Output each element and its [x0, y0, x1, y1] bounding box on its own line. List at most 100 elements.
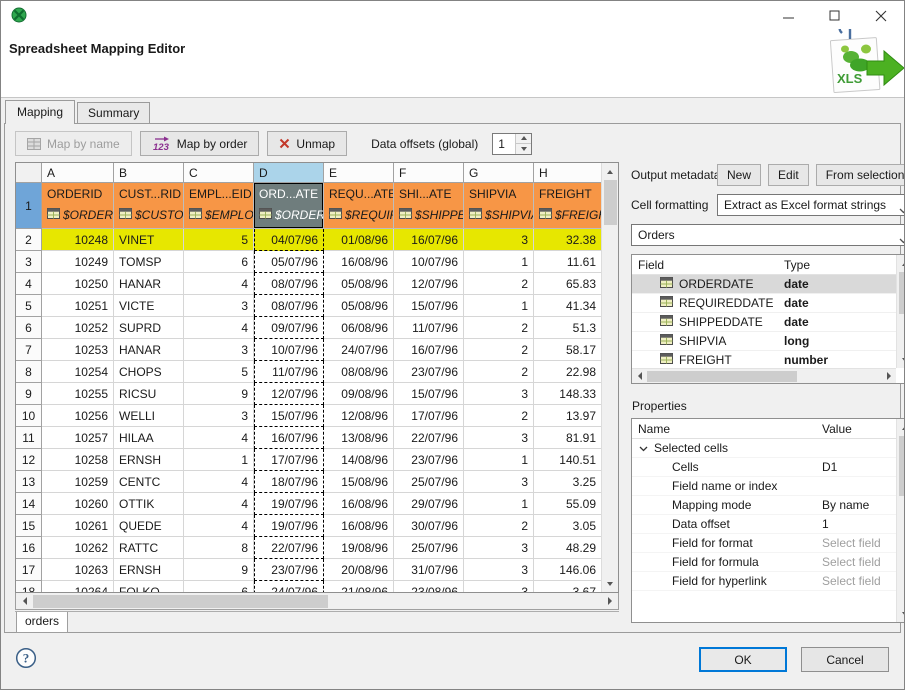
grid-cell[interactable]: 16/07/96	[394, 229, 464, 251]
grid-cell[interactable]: 32.38	[534, 229, 601, 251]
property-row[interactable]: Data offset1	[632, 515, 896, 534]
grid-cell[interactable]: 09/08/96	[324, 383, 394, 405]
grid-cell[interactable]: 10262	[42, 537, 114, 559]
grid-cell[interactable]: 4	[184, 515, 254, 537]
grid-corner-cell[interactable]	[16, 163, 42, 183]
scroll-right-button[interactable]	[601, 593, 618, 610]
row-number[interactable]: 13	[16, 471, 42, 493]
grid-cell[interactable]: 18/07/96	[254, 471, 324, 493]
column-header-F[interactable]: F	[394, 163, 464, 183]
grid-cell[interactable]: 23/07/96	[394, 361, 464, 383]
ok-button[interactable]: OK	[699, 647, 787, 672]
grid-cell[interactable]: ERNSH	[114, 559, 184, 581]
row-number[interactable]: 16	[16, 537, 42, 559]
grid-cell[interactable]: 10253	[42, 339, 114, 361]
grid-cell[interactable]: 31/07/96	[394, 559, 464, 581]
grid-cell[interactable]: 4	[184, 317, 254, 339]
grid-cell[interactable]: 19/08/96	[324, 537, 394, 559]
grid-cell[interactable]: 22/07/96	[254, 537, 324, 559]
grid-cell[interactable]: 10249	[42, 251, 114, 273]
grid-cell[interactable]: 05/07/96	[254, 251, 324, 273]
row-number[interactable]: 7	[16, 339, 42, 361]
scroll-down-button[interactable]	[602, 575, 619, 592]
grid-cell[interactable]: 5	[184, 229, 254, 251]
grid-cell[interactable]: 04/07/96	[254, 229, 324, 251]
grid-cell[interactable]: 9	[184, 383, 254, 405]
grid-cell[interactable]: 15/07/96	[394, 383, 464, 405]
grid-cell[interactable]: WELLI	[114, 405, 184, 427]
grid-cell[interactable]: 10257	[42, 427, 114, 449]
field-row[interactable]: SHIPVIAlong	[632, 332, 896, 351]
grid-cell[interactable]: 2	[464, 405, 534, 427]
grid-cell[interactable]: RICSU	[114, 383, 184, 405]
grid-cell[interactable]: 1	[464, 295, 534, 317]
row-number[interactable]: 3	[16, 251, 42, 273]
grid-cell[interactable]: 25/07/96	[394, 471, 464, 493]
grid-cell[interactable]: 1	[184, 449, 254, 471]
grid-cell[interactable]: 3	[184, 295, 254, 317]
grid-cell[interactable]: 10263	[42, 559, 114, 581]
data-offsets-spinner[interactable]: 1	[492, 133, 532, 155]
tab-summary[interactable]: Summary	[77, 102, 150, 123]
grid-horizontal-scrollbar[interactable]	[15, 593, 619, 610]
grid-cell[interactable]: OTTIK	[114, 493, 184, 515]
grid-cell[interactable]: ERNSH	[114, 449, 184, 471]
grid-cell[interactable]: 15/08/96	[324, 471, 394, 493]
properties-vscroll-thumb[interactable]	[899, 436, 905, 496]
grid-cell[interactable]: 3	[184, 339, 254, 361]
row-number[interactable]: 17	[16, 559, 42, 581]
grid-cell[interactable]: 2	[464, 515, 534, 537]
column-header-H[interactable]: H	[534, 163, 601, 183]
property-row[interactable]: Field for hyperlinkSelect field	[632, 572, 896, 591]
grid-cell[interactable]: 3	[184, 405, 254, 427]
grid-cell[interactable]: 3.05	[534, 515, 601, 537]
grid-cell[interactable]: 14/08/96	[324, 449, 394, 471]
grid-cell[interactable]: 12/08/96	[324, 405, 394, 427]
grid-cell[interactable]: 23/07/96	[254, 559, 324, 581]
sheet-tab-orders[interactable]: orders	[16, 612, 68, 633]
grid-cell[interactable]: 24/07/96	[324, 339, 394, 361]
grid-cell[interactable]: 24/07/96	[254, 581, 324, 592]
grid-cell[interactable]: 05/08/96	[324, 295, 394, 317]
grid-cell[interactable]: 58.17	[534, 339, 601, 361]
row-number[interactable]: 1	[16, 183, 42, 229]
row-number[interactable]: 8	[16, 361, 42, 383]
grid-cell[interactable]: 01/08/96	[324, 229, 394, 251]
record-dropdown[interactable]: Orders	[631, 224, 905, 246]
expand-chevron-icon[interactable]	[639, 441, 648, 455]
grid-cell[interactable]: 6	[184, 581, 254, 592]
grid-cell[interactable]: 16/08/96	[324, 493, 394, 515]
field-table-hscrollbar[interactable]	[632, 368, 896, 383]
grid-cell[interactable]: 17/07/96	[254, 449, 324, 471]
close-button[interactable]	[858, 1, 904, 31]
mapped-cell-D1[interactable]: ORD...ATE$ORDERDATE	[254, 183, 324, 229]
grid-cell[interactable]: QUEDE	[114, 515, 184, 537]
scroll-up-button[interactable]	[897, 419, 905, 436]
grid-cell[interactable]: 12/07/96	[394, 273, 464, 295]
grid-cell[interactable]: 51.3	[534, 317, 601, 339]
grid-cell[interactable]: 3	[464, 537, 534, 559]
scroll-up-button[interactable]	[897, 255, 905, 272]
scroll-down-button[interactable]	[897, 351, 905, 368]
grid-cell[interactable]: RATTC	[114, 537, 184, 559]
grid-cell[interactable]: 22/07/96	[394, 427, 464, 449]
grid-cell[interactable]: 2	[464, 317, 534, 339]
property-row[interactable]: Selected cells	[632, 439, 896, 458]
scroll-up-button[interactable]	[602, 163, 619, 180]
data-offsets-value[interactable]: 1	[493, 134, 515, 154]
grid-cell[interactable]: VINET	[114, 229, 184, 251]
grid-cell[interactable]: FOLKO	[114, 581, 184, 592]
row-number[interactable]: 11	[16, 427, 42, 449]
row-number[interactable]: 15	[16, 515, 42, 537]
mapped-cell-F1[interactable]: SHI...ATE$SHIPPEDDATE	[394, 183, 464, 229]
mapped-cell-G1[interactable]: SHIPVIA$SHIPVIA	[464, 183, 534, 229]
edit-button[interactable]: Edit	[768, 164, 809, 186]
grid-cell[interactable]: 29/07/96	[394, 493, 464, 515]
grid-cell[interactable]: 4	[184, 427, 254, 449]
grid-cell[interactable]: 17/07/96	[394, 405, 464, 427]
grid-cell[interactable]: 3.67	[534, 581, 601, 592]
grid-cell[interactable]: 06/08/96	[324, 317, 394, 339]
grid-cell[interactable]: 48.29	[534, 537, 601, 559]
grid-cell[interactable]: HANAR	[114, 273, 184, 295]
property-row[interactable]: Field for formulaSelect field	[632, 553, 896, 572]
